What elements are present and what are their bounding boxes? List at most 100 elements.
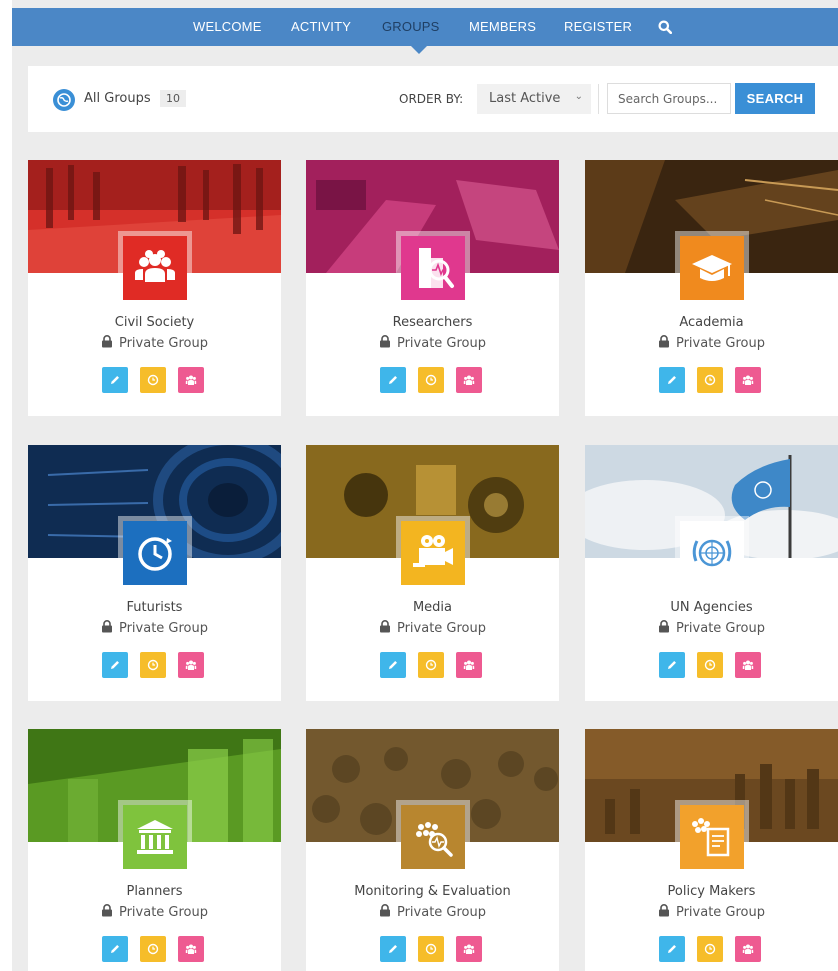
search-icon[interactable]	[658, 19, 673, 35]
group-avatar[interactable]	[396, 231, 470, 305]
members-icon[interactable]	[456, 936, 482, 962]
pencil-icon[interactable]	[102, 936, 128, 962]
group-name[interactable]: Researchers	[306, 315, 559, 330]
nav-welcome[interactable]: WELCOME	[193, 19, 262, 34]
group-name[interactable]: Planners	[28, 884, 281, 899]
groups-filter-bar: All Groups 10 ORDER BY: Last Active ⌄ SE…	[28, 66, 838, 132]
members-icon[interactable]	[178, 367, 204, 393]
all-groups-tab[interactable]: All Groups	[84, 91, 151, 106]
research-document-icon	[401, 236, 465, 300]
group-privacy: Private Group	[306, 335, 559, 351]
order-by-select[interactable]: Last Active ⌄	[477, 84, 591, 114]
group-name[interactable]: Academia	[585, 315, 838, 330]
privacy-label: Private Group	[118, 336, 209, 351]
globe-icon	[53, 89, 75, 111]
lock-icon	[379, 335, 391, 348]
group-privacy: Private Group	[306, 904, 559, 920]
group-card-futurists[interactable]: Futurists Private Group	[28, 445, 281, 701]
group-card-monitoring-evaluation[interactable]: Monitoring & Evaluation Private Group	[306, 729, 559, 971]
members-icon[interactable]	[735, 652, 761, 678]
group-actions	[102, 652, 208, 678]
clock-icon[interactable]	[140, 367, 166, 393]
lock-icon	[379, 620, 391, 633]
active-nav-caret	[411, 46, 427, 54]
privacy-label: Private Group	[675, 336, 766, 351]
privacy-label: Private Group	[118, 621, 209, 636]
clock-icon[interactable]	[697, 652, 723, 678]
group-name[interactable]: Monitoring & Evaluation	[306, 884, 559, 899]
group-privacy: Private Group	[585, 620, 838, 636]
group-actions	[380, 367, 486, 393]
group-name[interactable]: Media	[306, 600, 559, 615]
group-avatar[interactable]	[675, 231, 749, 305]
search-groups-input[interactable]	[607, 83, 731, 114]
group-card-academia[interactable]: Academia Private Group	[585, 160, 838, 416]
people-magnifier-icon	[401, 805, 465, 869]
pencil-icon[interactable]	[659, 652, 685, 678]
video-camera-icon	[401, 521, 465, 585]
members-icon[interactable]	[178, 936, 204, 962]
group-card-civil-society[interactable]: Civil Society Private Group	[28, 160, 281, 416]
members-icon[interactable]	[735, 936, 761, 962]
group-avatar[interactable]	[675, 516, 749, 590]
group-name[interactable]: Civil Society	[28, 315, 281, 330]
group-actions	[102, 367, 208, 393]
group-card-researchers[interactable]: Researchers Private Group	[306, 160, 559, 416]
members-icon[interactable]	[456, 367, 482, 393]
un-emblem-icon	[680, 521, 744, 585]
lock-icon	[379, 904, 391, 917]
clock-icon[interactable]	[697, 936, 723, 962]
pencil-icon[interactable]	[380, 652, 406, 678]
pencil-icon[interactable]	[380, 367, 406, 393]
lock-icon	[101, 904, 113, 917]
privacy-label: Private Group	[118, 905, 209, 920]
group-privacy: Private Group	[585, 904, 838, 920]
search-button[interactable]: SEARCH	[735, 83, 815, 114]
nav-groups[interactable]: GROUPS	[382, 19, 440, 34]
group-avatar[interactable]	[675, 800, 749, 874]
group-name[interactable]: Policy Makers	[585, 884, 838, 899]
privacy-label: Private Group	[396, 336, 487, 351]
group-actions	[380, 652, 486, 678]
group-avatar[interactable]	[118, 516, 192, 590]
pencil-icon[interactable]	[659, 936, 685, 962]
clock-icon[interactable]	[418, 367, 444, 393]
group-privacy: Private Group	[306, 620, 559, 636]
privacy-label: Private Group	[675, 905, 766, 920]
lock-icon	[658, 904, 670, 917]
clock-icon[interactable]	[418, 936, 444, 962]
group-avatar[interactable]	[118, 231, 192, 305]
lock-icon	[658, 620, 670, 633]
pencil-icon[interactable]	[380, 936, 406, 962]
group-card-policy-makers[interactable]: Policy Makers Private Group	[585, 729, 838, 971]
nav-members[interactable]: MEMBERS	[469, 19, 536, 34]
clock-icon[interactable]	[697, 367, 723, 393]
clock-icon[interactable]	[140, 652, 166, 678]
group-card-planners[interactable]: Planners Private Group	[28, 729, 281, 971]
lock-icon	[101, 335, 113, 348]
clock-icon[interactable]	[140, 936, 166, 962]
group-card-un-agencies[interactable]: UN Agencies Private Group	[585, 445, 838, 701]
group-card-media[interactable]: Media Private Group	[306, 445, 559, 701]
pencil-icon[interactable]	[102, 367, 128, 393]
pencil-icon[interactable]	[102, 652, 128, 678]
pencil-icon[interactable]	[659, 367, 685, 393]
group-avatar[interactable]	[118, 800, 192, 874]
privacy-label: Private Group	[396, 905, 487, 920]
members-icon[interactable]	[178, 652, 204, 678]
main-nav: WELCOME ACTIVITY GROUPS MEMBERS REGISTER	[12, 8, 838, 54]
group-privacy: Private Group	[28, 904, 281, 920]
nav-activity[interactable]: ACTIVITY	[291, 19, 351, 34]
group-actions	[380, 936, 486, 962]
institution-icon	[123, 805, 187, 869]
group-avatar[interactable]	[396, 516, 470, 590]
group-name[interactable]: Futurists	[28, 600, 281, 615]
members-icon[interactable]	[456, 652, 482, 678]
group-avatar[interactable]	[396, 800, 470, 874]
order-by-label: ORDER BY:	[399, 92, 464, 106]
nav-register[interactable]: REGISTER	[564, 19, 632, 34]
group-actions	[659, 367, 765, 393]
clock-icon[interactable]	[418, 652, 444, 678]
group-name[interactable]: UN Agencies	[585, 600, 838, 615]
members-icon[interactable]	[735, 367, 761, 393]
